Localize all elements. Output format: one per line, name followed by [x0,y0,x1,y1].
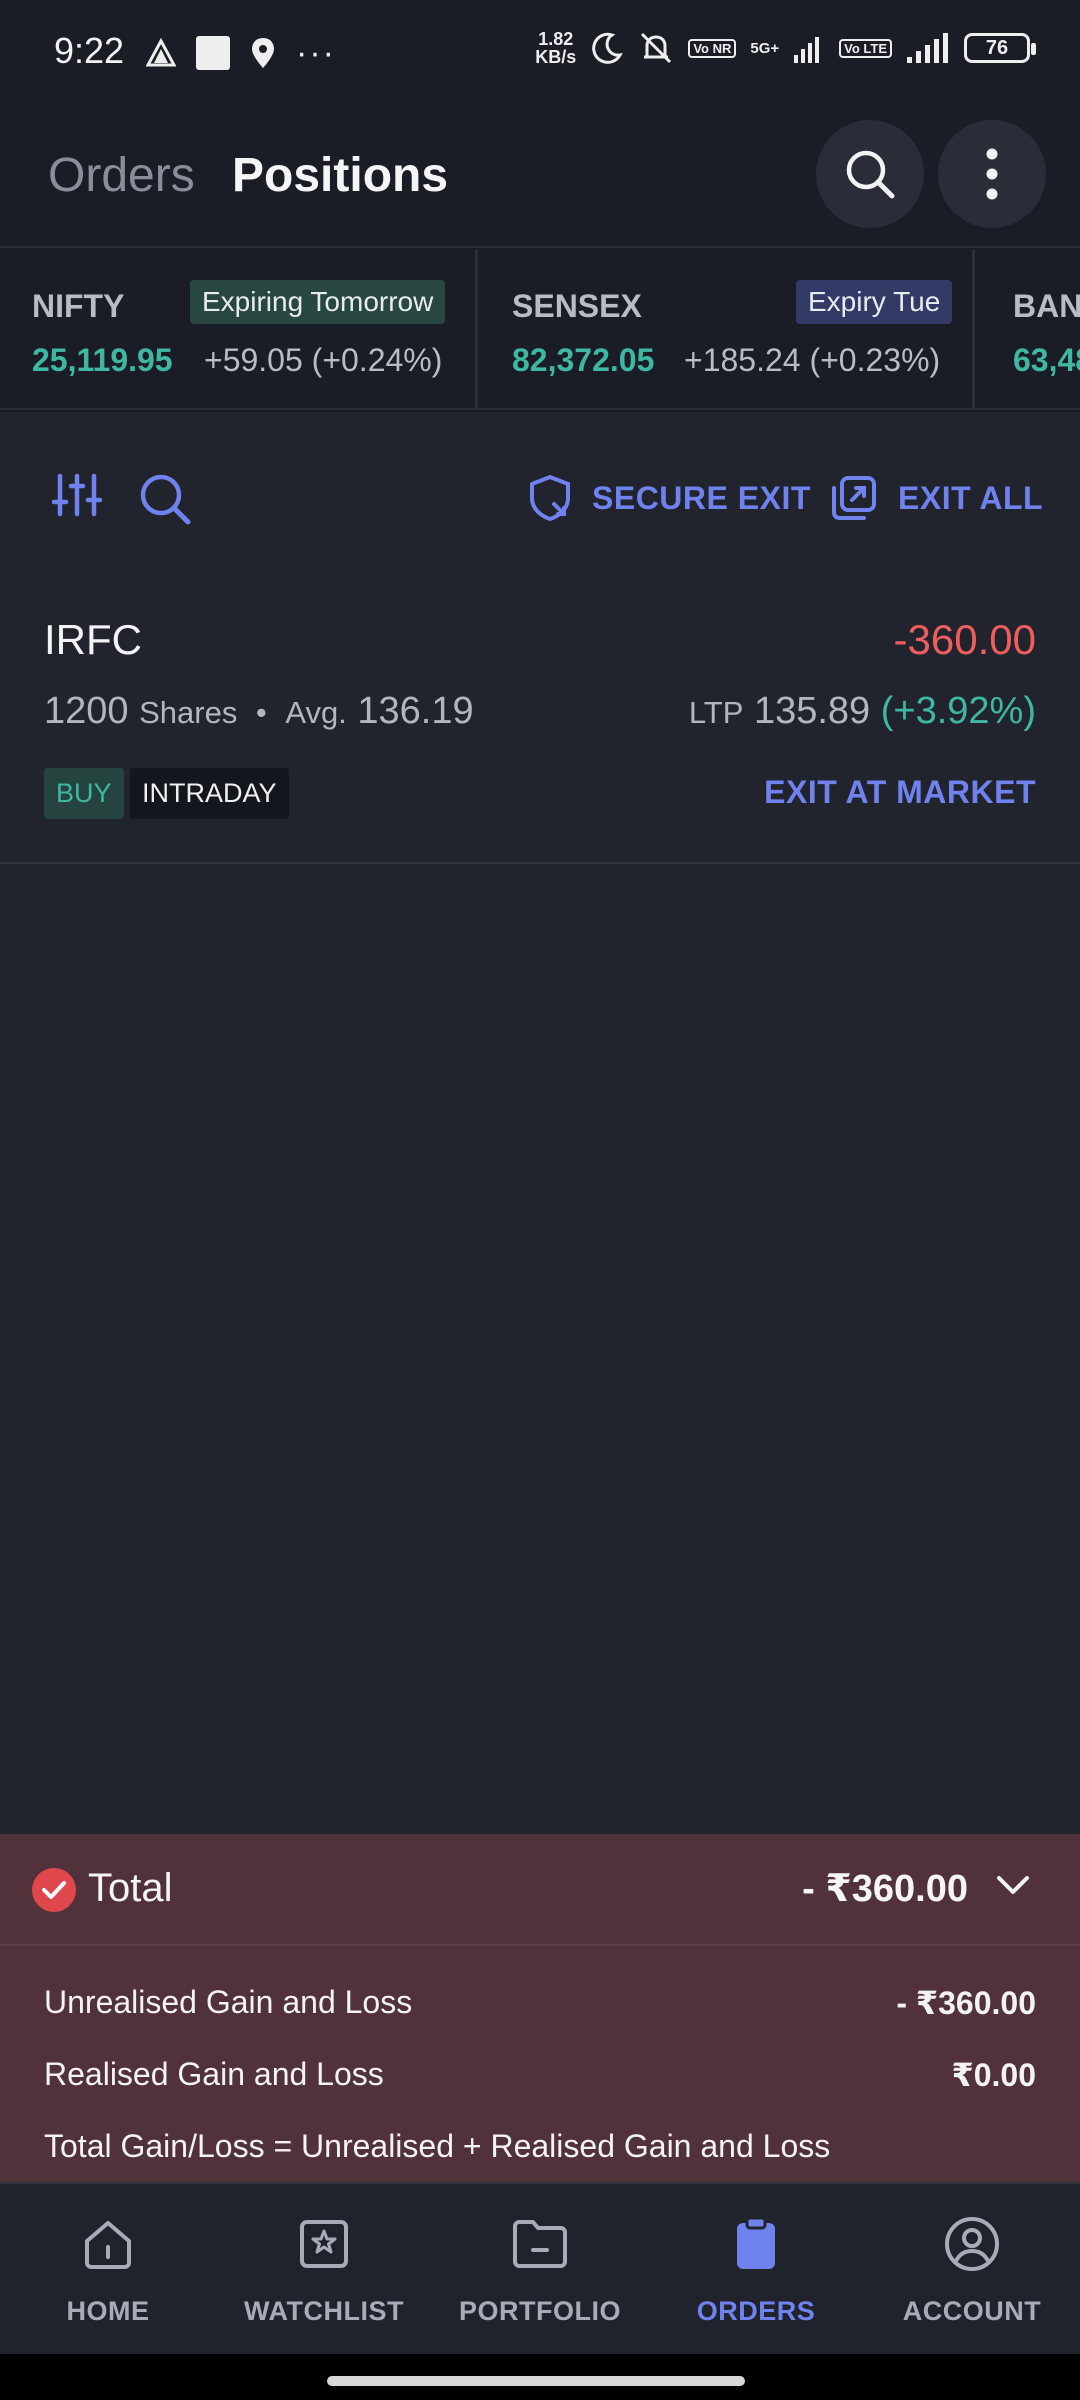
ltp-change: (+3.92%) [880,690,1036,732]
positions-content: SECURE EXIT EXIT ALL IRFC -360.00 1200 S… [0,412,1080,1834]
index-ticker[interactable]: NIFTY Expiring Tomorrow 25,119.95 +59.05… [0,250,1080,410]
index-value: 82,372.05 [512,342,655,378]
signal-icon [907,33,948,63]
total-value: - ₹360.00 [802,1868,968,1910]
location-notification-icon [252,38,274,68]
nav-home[interactable]: HOME [0,2184,216,2356]
system-icons: 1.82 KB/s Vo NR 5G+ Vo LTE 76 [535,29,1036,67]
exit-at-market-button[interactable]: EXIT AT MARKET [764,774,1036,811]
home-gesture-bar[interactable] [327,2376,745,2386]
shield-icon [530,474,570,522]
index-change: +185.24 (+0.23%) [684,342,941,378]
unrealised-value: - ₹360.00 [896,1985,1036,2021]
gallery-notification-icon [196,36,230,70]
expiry-badge: Expiry Tue [796,280,953,324]
pnl-formula: Total Gain/Loss = Unrealised + Realised … [44,2128,831,2164]
app-notification-icon [146,38,176,67]
orders-icon [737,2216,775,2269]
index-card-sensex[interactable]: SENSEX Expiry Tue 82,372.05 +185.24 (+0.… [478,250,975,408]
pnl-breakdown: Unrealised Gain and Loss - ₹360.00 Reali… [0,1946,1080,2182]
nav-portfolio[interactable]: PORTFOLIO [432,2184,648,2356]
index-name: SENSEX [512,288,642,324]
gesture-area [0,2354,1080,2400]
more-vertical-icon [986,148,998,200]
network-type: 5G+ [750,39,780,57]
total-pnl-bar[interactable]: Total - ₹360.00 [0,1834,1080,1946]
index-value: 63,48 [1013,342,1080,378]
unrealised-label: Unrealised Gain and Loss [44,1984,413,2020]
notification-icons: ··· [146,36,336,70]
tab-positions[interactable]: Positions [232,148,448,203]
quantity-unit: Shares [139,695,238,730]
tab-orders[interactable]: Orders [48,148,195,203]
filter-sliders-icon[interactable] [52,472,102,518]
index-card-bank[interactable]: BAN 63,48 [975,250,1080,408]
index-name: NIFTY [32,288,125,324]
position-ltp: LTP 135.89 (+3.92%) [689,690,1036,733]
secure-exit-button[interactable]: SECURE EXIT [528,474,811,522]
index-name: BAN [1013,288,1080,324]
portfolio-icon [513,2220,567,2268]
nav-orders[interactable]: ORDERS [648,2184,864,2356]
product-badge: INTRADAY [130,768,289,819]
ltp-label: LTP [688,695,744,730]
search-button[interactable] [816,120,924,228]
avg-label: Avg. [285,695,347,730]
nav-label: ACCOUNT [902,2296,1042,2326]
search-icon [846,150,895,199]
battery-icon: 76 [964,33,1036,63]
mute-bell-icon [641,32,672,64]
exit-all-label: EXIT ALL [898,479,1044,516]
search-icon[interactable] [138,472,192,526]
bottom-navigation: HOME WATCHLIST PORTFOLIO ORDERS ACCOUNT [0,2182,1080,2354]
expiry-badge: Expiring Tomorrow [190,280,446,324]
status-bar: 9:22 ··· 1.82 KB/s Vo NR 5G+ Vo LTE 76 [0,0,1080,100]
unrealised-row: Unrealised Gain and Loss - ₹360.00 [44,1984,1036,2021]
ltp-value: 135.89 [753,690,871,732]
index-change: +59.05 (+0.24%) [204,342,443,378]
exit-all-button[interactable]: EXIT ALL [830,474,1043,522]
nav-label: WATCHLIST [244,2296,404,2326]
position-symbol: IRFC [44,616,142,663]
signal-icon [794,37,820,63]
exit-all-icon [832,476,876,520]
check-circle-icon [32,1868,76,1912]
chevron-down-icon[interactable] [996,1874,1030,1896]
do-not-disturb-icon [592,32,624,64]
nav-account[interactable]: ACCOUNT [864,2184,1080,2356]
status-time: 9:22 [54,30,125,71]
watchlist-icon [300,2220,348,2268]
nav-label: HOME [66,2296,150,2326]
account-icon [945,2217,999,2271]
nav-label: PORTFOLIO [459,2296,621,2326]
secure-exit-label: SECURE EXIT [592,479,811,516]
side-badge: BUY [44,768,124,819]
home-icon [85,2221,131,2269]
quantity-value: 1200 [44,690,129,732]
position-quantity: 1200 Shares • Avg. 136.19 [44,690,474,733]
position-row[interactable]: IRFC -360.00 1200 Shares • Avg. 136.19 L… [0,580,1080,864]
nav-label: ORDERS [696,2296,816,2326]
sim1-volte-tag: Vo NR [688,38,737,58]
separator-dot: • [255,695,267,730]
more-options-button[interactable] [938,120,1046,228]
sim2-volte-tag: Vo LTE [839,38,892,58]
realised-row: Realised Gain and Loss ₹0.00 [44,2056,1036,2093]
position-pnl: -360.00 [893,616,1036,663]
total-label: Total [88,1866,173,1910]
index-value: 25,119.95 [32,342,173,378]
avg-price: 136.19 [357,690,474,732]
more-notifications-icon: ··· [296,34,336,72]
top-header: Orders Positions [0,100,1080,248]
nav-watchlist[interactable]: WATCHLIST [216,2184,432,2356]
index-card-nifty[interactable]: NIFTY Expiring Tomorrow 25,119.95 +59.05… [0,250,478,408]
realised-label: Realised Gain and Loss [44,2056,384,2092]
realised-value: ₹0.00 [951,2057,1036,2093]
network-speed: 1.82 KB/s [535,29,577,67]
